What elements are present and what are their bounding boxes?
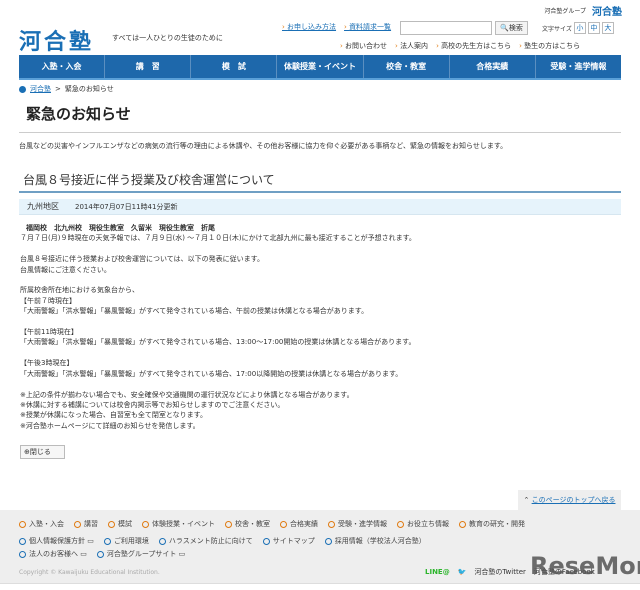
nav-results[interactable]: 合格実績 bbox=[450, 55, 536, 78]
contact-link[interactable]: お問い合わせ bbox=[340, 41, 387, 51]
divider bbox=[19, 132, 621, 133]
page-top-tab: ⌃ このページのトップへ戻る bbox=[518, 490, 621, 510]
footer-link[interactable]: お役立ち情報 bbox=[397, 519, 449, 529]
font-small-button[interactable]: 小 bbox=[573, 22, 586, 34]
footer-link[interactable]: 体験授業・イベント bbox=[142, 519, 215, 529]
footer-link[interactable]: 法人のお客様へ ▭ bbox=[19, 549, 87, 559]
breadcrumb: 河合塾 > 緊急のお知らせ bbox=[19, 84, 114, 94]
breadcrumb-separator: > bbox=[55, 85, 61, 93]
footer-link[interactable]: サイトマップ bbox=[263, 536, 315, 546]
body-line bbox=[20, 379, 620, 389]
nav-mock-exams[interactable]: 模 試 bbox=[191, 55, 278, 78]
body-line: ７月７日(月)９時現在の天気予報では、７月９日(水) ～７月１０日(木)にかけて… bbox=[20, 234, 416, 243]
line-link[interactable]: LINE@ bbox=[425, 568, 450, 576]
copyright: Copyright © Kawaijuku Educational Instit… bbox=[19, 569, 160, 576]
apply-link[interactable]: お申し込み方法 bbox=[282, 22, 336, 32]
body-line: 「大雨警報」「洪水警報」「暴風警報」がすべて発令されている場合、17:00以降開… bbox=[20, 369, 403, 378]
search-input[interactable] bbox=[400, 21, 492, 35]
body-line bbox=[20, 317, 620, 327]
close-button[interactable]: ⊕閉じる bbox=[20, 445, 65, 459]
footer-link[interactable]: 講習 bbox=[74, 519, 98, 529]
sub-links: お問い合わせ 法人案内 高校の先生方はこちら 塾生の方はこちら bbox=[340, 41, 580, 51]
twitter-icon: 🐦 bbox=[457, 568, 467, 576]
footer-link[interactable]: 受験・進学情報 bbox=[328, 519, 387, 529]
footer-link[interactable]: 河合塾グループサイト ▭ bbox=[97, 549, 185, 559]
section-title: 台風８号接近に伴う授業及び校舎運営について bbox=[23, 173, 275, 187]
font-size-control: 文字サイズ 小 中 大 bbox=[542, 22, 614, 34]
body-line: 【午前７時現在】 bbox=[20, 296, 76, 305]
school-list: 福岡校 北九州校 現役生教室 久留米 現役生教室 折尾 bbox=[26, 224, 215, 232]
teachers-link[interactable]: 高校の先生方はこちら bbox=[436, 41, 511, 51]
body-line bbox=[20, 275, 620, 285]
brochure-link[interactable]: 資料請求一覧 bbox=[344, 22, 391, 32]
intro-text: 台風などの災害やインフルエンザなどの病気の流行等の理由による休講や、その他お客様… bbox=[19, 142, 508, 150]
body-line: ※授業が休講になった場合、自習室も全て閉室となります。 bbox=[20, 411, 207, 420]
footer-link[interactable]: ハラスメント防止に向けて bbox=[159, 536, 253, 546]
group-header: 河合塾グループ 河合塾 bbox=[544, 3, 622, 18]
search-button[interactable]: 🔍検索 bbox=[495, 21, 528, 35]
footer-link[interactable]: 模試 bbox=[108, 519, 132, 529]
group-logo[interactable]: 河合塾 bbox=[592, 3, 622, 18]
breadcrumb-home[interactable]: 河合塾 bbox=[30, 84, 51, 94]
footer-link[interactable]: 入塾・入会 bbox=[19, 519, 64, 529]
body-line: 「大雨警報」「洪水警報」「暴風警報」がすべて発令されている場合、午前の授業は休講… bbox=[20, 307, 369, 316]
logo[interactable]: 河合塾 bbox=[19, 24, 94, 56]
region-bar: 九州地区 2014年07月07日11時41分更新 bbox=[19, 199, 621, 215]
footer-link[interactable]: ご利用環境 bbox=[104, 536, 149, 546]
font-medium-button[interactable]: 中 bbox=[587, 22, 600, 34]
search-button-label: 検索 bbox=[508, 24, 523, 32]
font-size-label: 文字サイズ bbox=[542, 25, 572, 33]
nav-exam-info[interactable]: 受験・進学情報 bbox=[536, 55, 621, 78]
body-line bbox=[20, 244, 620, 254]
top-links: お申し込み方法 資料請求一覧 bbox=[282, 22, 391, 32]
footer-link[interactable]: 合格実績 bbox=[280, 519, 318, 529]
updated-timestamp: 2014年07月07日11時41分更新 bbox=[75, 203, 178, 211]
body-line: ※休講に対する補講については校舎内掲示等でお知らせしますのでご注意ください。 bbox=[20, 400, 285, 409]
body-line: ※上記の条件が揃わない場合でも、安全確保や交通機関の運行状況などにより休講となる… bbox=[20, 390, 354, 399]
home-icon bbox=[19, 85, 26, 93]
watermark-logo: ReseMom bbox=[530, 552, 640, 580]
twitter-link[interactable]: 河合塾のTwitter bbox=[474, 567, 525, 577]
nav-courses[interactable]: 講 習 bbox=[105, 55, 192, 78]
group-label: 河合塾グループ bbox=[544, 8, 586, 15]
footer-link[interactable]: 教育の研究・開発 bbox=[459, 519, 525, 529]
nav-enroll[interactable]: 入塾・入会 bbox=[19, 55, 106, 78]
footer-link[interactable]: 校舎・教室 bbox=[225, 519, 270, 529]
tagline: すべては一人ひとりの生徒のために bbox=[112, 34, 223, 42]
search-icon: 🔍 bbox=[500, 24, 509, 32]
body-line: 「大雨警報」「洪水警報」「暴風警報」がすべて発令されている場合、13:00～17… bbox=[20, 338, 416, 347]
main-nav: 入塾・入会 講 習 模 試 体験授業・イベント 校舎・教室 合格実績 受験・進学… bbox=[19, 55, 621, 80]
corporate-link[interactable]: 法人案内 bbox=[395, 41, 428, 51]
footer-link[interactable]: 個人情報保護方針 ▭ bbox=[19, 536, 94, 546]
region-name: 九州地区 bbox=[27, 202, 59, 211]
nav-events[interactable]: 体験授業・イベント bbox=[277, 55, 364, 78]
students-link[interactable]: 塾生の方はこちら bbox=[519, 41, 580, 51]
body-line: 台風８号接近に伴う授業および校舎運営については、以下の発表に従います。 bbox=[20, 255, 264, 264]
page-title: 緊急のお知らせ bbox=[26, 105, 131, 123]
body-line bbox=[20, 348, 620, 358]
body-line: 【午後3時現在】 bbox=[20, 359, 74, 368]
nav-schools[interactable]: 校舎・教室 bbox=[364, 55, 450, 78]
body-line: ※河合塾ホームページにて詳細のお知らせを発信します。 bbox=[20, 421, 200, 430]
divider bbox=[19, 191, 621, 193]
breadcrumb-current: 緊急のお知らせ bbox=[64, 85, 114, 93]
notice-body: 福岡校 北九州校 現役生教室 久留米 現役生教室 折尾 ７月７日(月)９時現在の… bbox=[20, 223, 620, 431]
font-large-button[interactable]: 大 bbox=[601, 22, 614, 34]
up-arrow-icon: ⌃ bbox=[523, 496, 532, 504]
footer-link[interactable]: 採用情報（学校法人河合塾） bbox=[325, 536, 426, 546]
page-top-link[interactable]: このページのトップへ戻る bbox=[532, 496, 616, 504]
body-line: 台風情報にご注意ください。 bbox=[20, 265, 111, 274]
body-line: 所属校舎所在地における気象台から、 bbox=[20, 286, 139, 295]
body-line: 【午前11時現在】 bbox=[20, 328, 78, 337]
